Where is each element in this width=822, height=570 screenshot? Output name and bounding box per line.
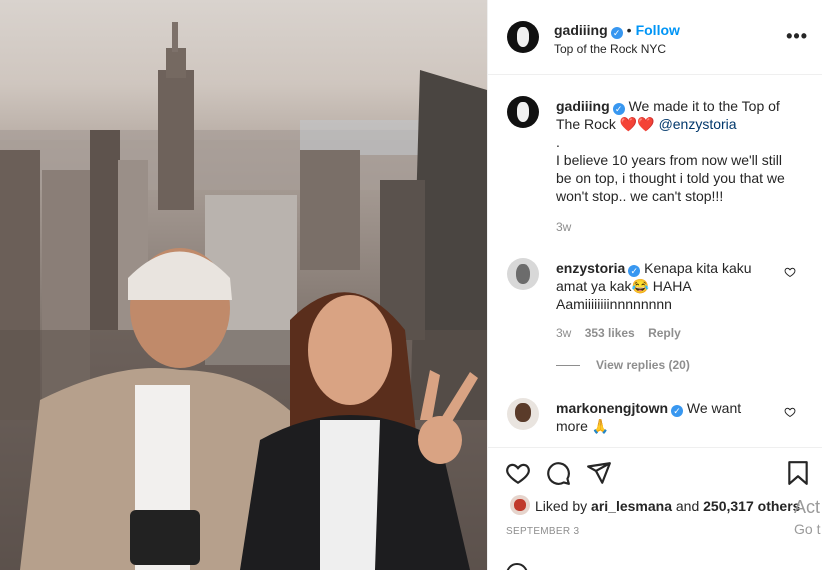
emoji-icon[interactable] (506, 563, 528, 570)
comment-likes[interactable]: 353 likes (585, 326, 635, 340)
comment-line-1: We want (686, 400, 742, 416)
comment-avatar[interactable] (507, 398, 539, 430)
comments-list[interactable]: gadiiing ✓ We made it to the Top of The R… (488, 76, 822, 446)
caption-text: gadiiing ✓ We made it to the Top of The R… (556, 97, 811, 205)
liked-by-text: Liked by ari_lesmana and 250,317 others (535, 498, 800, 514)
caption-line-4: I believe 10 years from now we'll still (556, 152, 782, 168)
more-options-icon[interactable]: ••• (786, 26, 808, 47)
caption-username[interactable]: gadiiing (556, 98, 610, 114)
post-photo[interactable] (0, 0, 487, 570)
comment-text: enzystoria ✓ Kenapa kita kaku amat ya kak… (556, 259, 781, 313)
caption-line-2: The Rock ❤️❤️ (556, 116, 655, 132)
windows-activation-watermark: Act Go t (794, 496, 820, 540)
author-username[interactable]: gadiiing (554, 22, 608, 38)
caption-line-1: We made it to the Top of (628, 98, 780, 114)
activate-line-2: Go t (794, 521, 821, 537)
comment-meta: 3w 353 likes Reply (556, 326, 681, 340)
post-header: gadiiing ✓ • Follow Top of the Rock NYC ••• (488, 0, 822, 75)
author-line: gadiiing ✓ • Follow (554, 22, 680, 40)
liked-by-count[interactable]: 250,317 others (703, 498, 800, 514)
caption-block: gadiiing ✓ We made it to the Top of The R… (488, 76, 822, 236)
comment-like-heart-icon[interactable] (784, 266, 796, 278)
comment-item: enzystoria ✓ Kenapa kita kaku amat ya kak… (488, 252, 822, 382)
photo-scene (0, 22, 487, 570)
post-detail-panel: gadiiing ✓ • Follow Top of the Rock NYC •••… (487, 0, 822, 570)
view-replies-row[interactable]: View replies (20) (556, 358, 690, 372)
view-replies-button[interactable]: View replies (20) (596, 358, 690, 372)
post-actions: Liked by ari_lesmana and 250,317 others … (488, 447, 822, 570)
follow-button[interactable]: Follow (636, 22, 680, 38)
bookmark-icon[interactable] (786, 460, 810, 486)
caption-line-3: . (556, 134, 560, 150)
caption-line-5: be on top, i thought i told you that we (556, 170, 785, 186)
comment-avatar[interactable] (507, 258, 539, 290)
verified-badge-icon: ✓ (612, 103, 625, 115)
comment-icon[interactable] (545, 460, 571, 486)
comment-time[interactable]: 3w (556, 326, 571, 340)
comment-like-heart-icon[interactable] (784, 406, 796, 418)
post-location[interactable]: Top of the Rock NYC (554, 42, 666, 56)
comment-username[interactable]: enzystoria (556, 260, 625, 276)
caption-avatar[interactable] (507, 96, 539, 128)
comment-line-1: Kenapa kita kaku (644, 260, 752, 276)
verified-badge-icon: ✓ (628, 265, 641, 277)
comment-username[interactable]: markonengjtown (556, 400, 668, 416)
caption-time[interactable]: 3w (556, 220, 571, 234)
liked-by-prefix: Liked by (535, 498, 588, 514)
comment-text: markonengjtown ✓ We want more 🙏 (556, 399, 781, 435)
post-date[interactable]: SEPTEMBER 3 (506, 526, 579, 537)
author-avatar[interactable] (507, 21, 539, 53)
liked-by-user[interactable]: ari_lesmana (591, 498, 672, 514)
comment-line-3: Aamiiiiiiiinnnnnnnn (556, 296, 672, 312)
activate-line-1: Act (794, 497, 821, 517)
share-icon[interactable] (586, 460, 612, 486)
comment-line-2: amat ya kak😂 HAHA (556, 278, 692, 294)
verified-badge-icon: ✓ (671, 405, 684, 417)
liked-by-and: and (675, 498, 700, 514)
caption-line-6: won't stop.. we can't stop!!! (556, 188, 724, 204)
comment-reply-button[interactable]: Reply (648, 326, 681, 340)
verified-badge-icon: ✓ (610, 27, 623, 39)
liker-avatar[interactable] (510, 495, 530, 515)
separator-dot: • (626, 22, 632, 38)
comment-item: markonengjtown ✓ We want more 🙏 (488, 394, 822, 446)
replies-divider (556, 364, 580, 366)
comment-line-2: more 🙏 (556, 418, 610, 434)
caption-mention-link[interactable]: @enzystoria (659, 116, 737, 132)
heart-icon[interactable] (505, 460, 531, 486)
